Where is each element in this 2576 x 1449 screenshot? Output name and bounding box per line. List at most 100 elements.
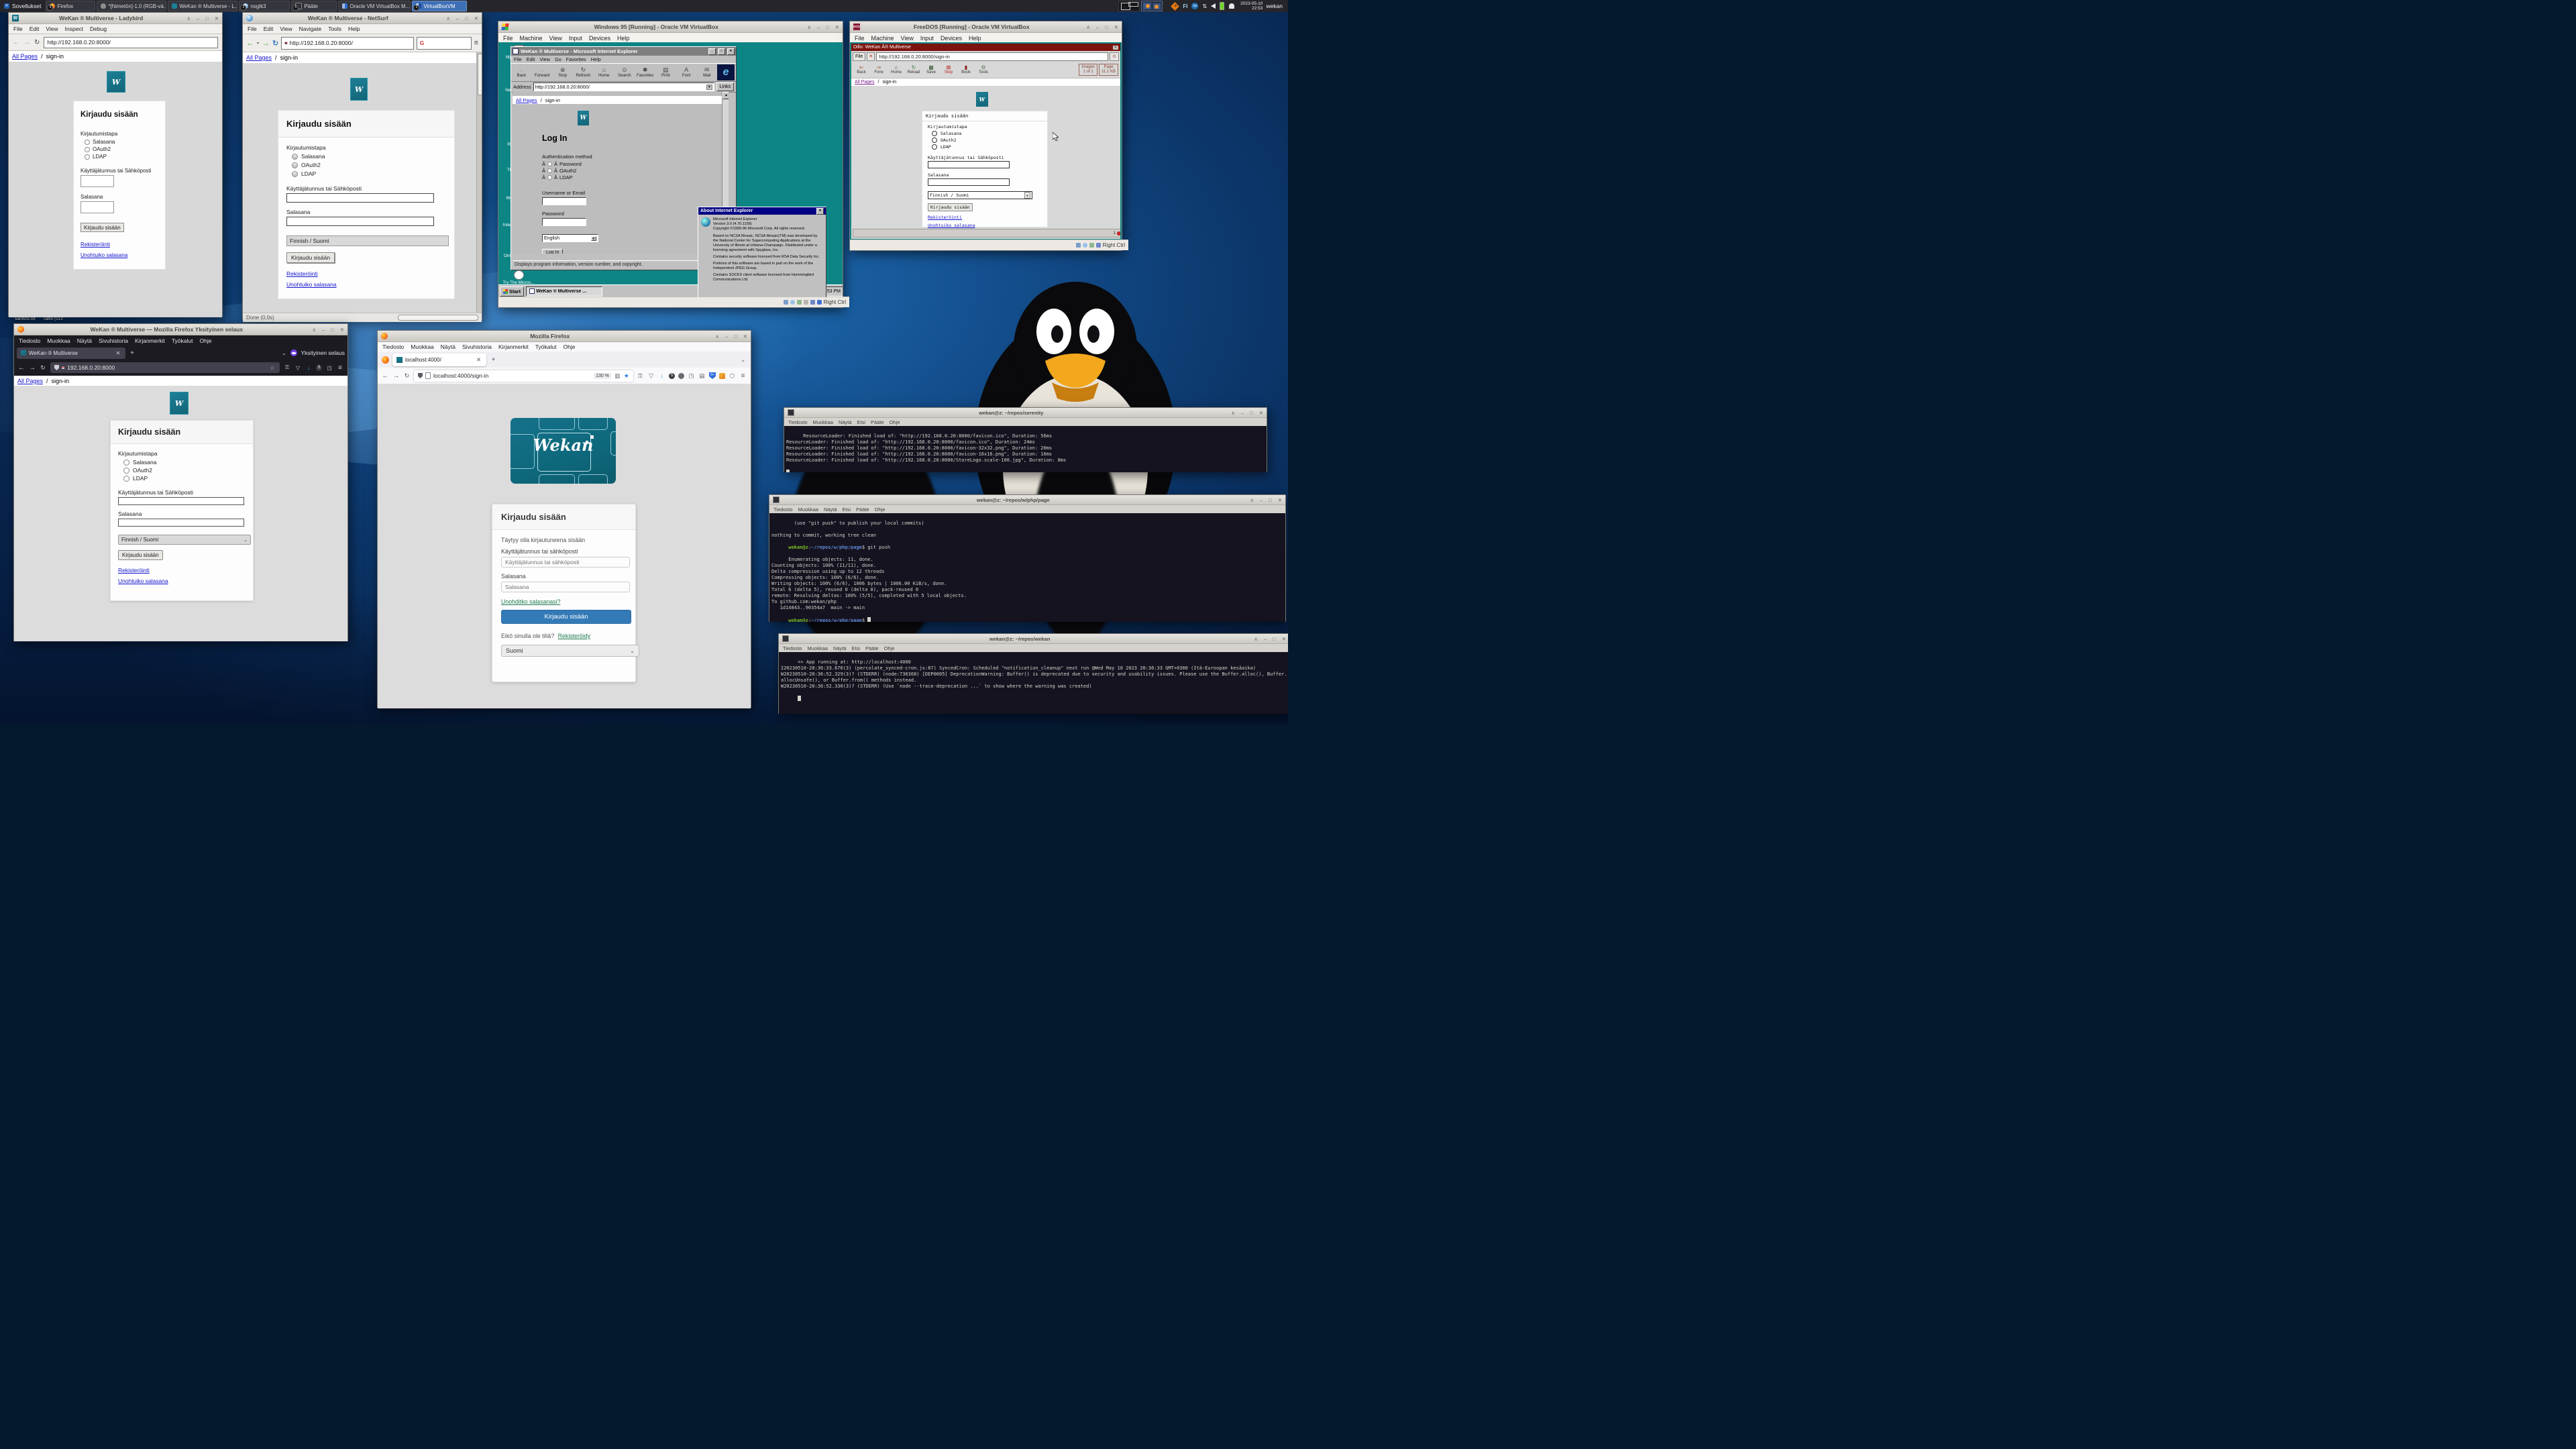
menu-view[interactable]: View	[539, 56, 550, 62]
forgot-password-link[interactable]: Unohtuiko salasana	[80, 252, 127, 258]
maximize-button[interactable]	[1269, 497, 1272, 503]
password-input[interactable]	[928, 178, 1010, 186]
shade-button[interactable]	[313, 327, 317, 333]
menu-paate[interactable]: Pääte	[871, 419, 884, 425]
menu-nayta[interactable]: Näytä	[839, 419, 852, 425]
sign-in-button[interactable]: Kirjaudu sisään	[286, 252, 335, 263]
menu-input[interactable]: Input	[920, 35, 934, 42]
dillo-reload-button[interactable]: ↻Reload	[905, 65, 922, 74]
new-tab-icon[interactable]: +	[490, 356, 497, 364]
maximize-button[interactable]	[734, 333, 737, 339]
ie-mail-button[interactable]: ✉Mail	[696, 67, 717, 78]
menu-sivuhistoria[interactable]: Sivuhistoria	[462, 343, 492, 350]
dillo-stop-button[interactable]: ⊠Stop	[940, 65, 957, 74]
ublock-icon[interactable]: 9+	[709, 372, 716, 379]
close-button[interactable]	[340, 327, 344, 333]
maximize-button[interactable]	[1250, 410, 1253, 416]
address-dropdown-icon[interactable]: ▼	[706, 85, 712, 90]
dillo-save-button[interactable]: ▦Save	[922, 65, 940, 74]
maximize-button[interactable]	[1105, 24, 1108, 30]
search-input[interactable]: G	[417, 37, 472, 50]
links-button[interactable]: Links	[716, 83, 734, 91]
win95-icon-msn[interactable]: Try The Micros...	[500, 270, 537, 286]
menu-tyokalut[interactable]: Työkalut	[535, 343, 557, 350]
extension-s-icon[interactable]: S	[316, 365, 322, 371]
url-bar[interactable]: http://192.168.0.20:8000/	[44, 37, 218, 48]
password-input[interactable]	[118, 519, 244, 527]
shade-button[interactable]	[808, 24, 812, 30]
sign-in-button[interactable]: Kirjaudu sisään	[80, 223, 124, 232]
shade-button[interactable]	[1250, 497, 1254, 503]
radio-oauth2[interactable]	[547, 168, 552, 173]
menu-nayta[interactable]: Näytä	[824, 506, 837, 513]
terminal-output[interactable]: (use "git push" to publish your local co…	[769, 513, 1285, 622]
reader-mode-icon[interactable]: ▥	[614, 372, 621, 380]
close-button[interactable]	[1259, 410, 1263, 416]
menu-view[interactable]: View	[549, 35, 562, 42]
menu-nayta[interactable]: Näytä	[441, 343, 455, 350]
radio-password[interactable]	[85, 140, 90, 145]
tab-list-chevron-icon[interactable]: ⌄	[739, 356, 747, 364]
shade-button[interactable]	[1232, 410, 1236, 416]
menu-help[interactable]: Help	[617, 35, 630, 42]
maximize-button[interactable]	[205, 15, 209, 21]
taskbar-item-terminal[interactable]: Pääte 5	[291, 1, 337, 11]
radio-oauth2[interactable]	[85, 147, 90, 152]
forgot-password-link[interactable]: Unohditko salasanasi?	[501, 598, 561, 605]
menu-paate[interactable]: Pääte	[865, 645, 879, 651]
taskbar-item-nsgtk3[interactable]: nsgtk3 2	[239, 1, 290, 11]
ie-print-button[interactable]: ▤Print	[655, 67, 676, 78]
language-select[interactable]: Finnish / Suomi	[286, 235, 449, 246]
menu-muokkaa[interactable]: Muokkaa	[813, 419, 833, 425]
menu-tiedosto[interactable]: Tiedosto	[382, 343, 404, 350]
menu-edit[interactable]: Edit	[264, 25, 274, 32]
downloads-icon[interactable]: ↓	[658, 372, 665, 379]
username-input[interactable]	[118, 497, 244, 505]
user-menu[interactable]: wekan	[1266, 3, 1283, 9]
register-link[interactable]: Rekisteröinti	[80, 241, 110, 248]
minimize-button[interactable]	[725, 333, 728, 339]
tab-wekan[interactable]: WeKan ® Multiverse ✕	[17, 347, 125, 359]
volume-tray-icon[interactable]	[1211, 3, 1216, 9]
extension-puzzle-icon[interactable]: ⬡	[729, 372, 736, 380]
menu-edit[interactable]: Edit	[30, 25, 40, 32]
tab-localhost[interactable]: localhost:4000/ ✕	[392, 354, 486, 366]
radio-password[interactable]	[547, 162, 552, 166]
menu-tiedosto[interactable]: Tiedosto	[783, 645, 802, 651]
back-icon[interactable]: ←	[246, 38, 254, 48]
ie-stop-button[interactable]: ⊗Stop	[552, 67, 573, 78]
taskbar-item-virtualboxvm[interactable]: VirtualBoxVM 2	[412, 1, 467, 11]
terminal-titlebar[interactable]: wekan@z: ~/repos/w/php/page	[769, 495, 1285, 505]
bookmark-star-icon[interactable]: ★	[624, 372, 629, 380]
radio-password[interactable]	[932, 131, 937, 136]
reload-icon[interactable]: ↻	[272, 39, 278, 48]
taskbar-item-wekan[interactable]: WeKan ® Multiverse - L...	[168, 1, 237, 11]
about-titlebar[interactable]: About Internet Explorer ✕	[698, 207, 826, 215]
tab-list-chevron-icon[interactable]: ⌄	[280, 350, 287, 356]
sign-in-button[interactable]: Kirjaudu sisään	[928, 203, 973, 211]
menu-tiedosto[interactable]: Tiedosto	[788, 419, 808, 425]
firefox-titlebar[interactable]: WeKan ® Multiverse — Mozilla Firefox Yks…	[14, 324, 347, 335]
minimize-button[interactable]	[1241, 410, 1244, 416]
menu-tools[interactable]: Tools	[328, 25, 341, 32]
password-input[interactable]	[286, 217, 434, 226]
radio-password[interactable]	[292, 154, 298, 160]
zoom-level-badge[interactable]: 130 %	[594, 373, 611, 379]
breadcrumb-all-pages-link[interactable]: All Pages	[516, 97, 537, 103]
minimize-button[interactable]	[1096, 24, 1099, 30]
radio-password[interactable]	[123, 460, 129, 466]
shade-button[interactable]	[1254, 636, 1258, 642]
username-input[interactable]	[501, 557, 630, 568]
dillo-tools-button[interactable]: ⚙Tools	[975, 65, 992, 74]
vbox-titlebar[interactable]: DOS FreeDOS [Running] - Oracle VM Virtua…	[850, 21, 1122, 33]
minimize-button[interactable]	[817, 24, 820, 30]
menu-view[interactable]: View	[901, 35, 914, 42]
username-input[interactable]	[286, 193, 434, 203]
register-link[interactable]: Rekisteröinti	[286, 270, 318, 277]
pocket-shield-icon[interactable]: ▽	[294, 365, 301, 371]
forgot-password-link[interactable]: Unohtuiko salasana	[118, 578, 168, 584]
menu-nayta[interactable]: Näytä	[833, 645, 847, 651]
ie-maximize-button[interactable]: □	[718, 48, 725, 55]
breadcrumb-all-pages-link[interactable]: All Pages	[246, 54, 272, 61]
forward-icon[interactable]: →	[23, 39, 30, 46]
